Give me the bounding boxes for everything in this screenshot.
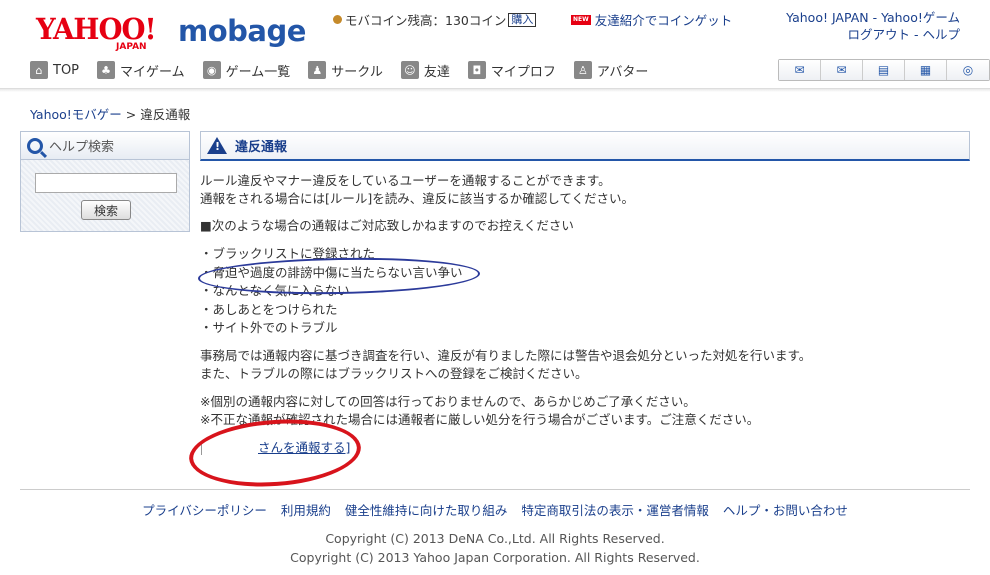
breadcrumb: Yahoo!モバゲー > 違反通報 — [30, 104, 190, 123]
report-link-bracket — [201, 443, 202, 455]
inbox-icon[interactable]: ▤ — [863, 60, 905, 80]
exclusion-list: ・ブラックリストに登録された ・脅迫や過度の誹謗中傷に当たらない言い争い ・なん… — [200, 245, 463, 338]
game-pad-icon[interactable]: ◎ — [947, 60, 989, 80]
help-search-body: 検索 — [21, 160, 189, 231]
nav-top[interactable]: ⌂ TOP — [30, 58, 79, 82]
top-links: Yahoo! JAPAN - Yahoo!ゲーム ログアウト - ヘルプ — [786, 9, 960, 43]
nav-my-profile-label: マイプロフ — [490, 64, 556, 80]
intro-line-2: 通報をされる場合には[ルール]を読み、違反に該当するか確認してください。 — [200, 191, 635, 206]
list-item: ・脅迫や過度の誹謗中傷に当たらない言い争い — [200, 264, 463, 280]
my-game-icon: ♣ — [97, 61, 116, 79]
profile-icon: ◘ — [467, 61, 486, 79]
yahoo-mobage-logo[interactable]: YAHOO! JAPAN mobage — [36, 12, 316, 56]
process-text: 事務局では通報内容に基づき調査を行い、違反が有りました際には警告や退会処分といっ… — [200, 347, 811, 383]
nav-circle-label: サークル — [331, 64, 383, 80]
main-nav: ⌂ TOP ♣ マイゲーム ◉ ゲーム一覧 ♟ サークル ☺ 友達 ◘ マイプロ… — [30, 58, 990, 82]
list-item: ・ブラックリストに登録された — [200, 246, 376, 261]
yahoo-links[interactable]: Yahoo! JAPAN - Yahoo!ゲーム — [786, 9, 960, 26]
copyright: Copyright (C) 2013 DeNA Co.,Ltd. All Rig… — [0, 529, 990, 567]
nav-my-game[interactable]: ♣ マイゲーム — [97, 58, 185, 82]
warning-icon: ! — [207, 137, 227, 154]
footer-link-help[interactable]: ヘルプ・お問い合わせ — [723, 503, 848, 518]
nav-friends-label: 友達 — [423, 64, 450, 80]
help-search-box: ヘルプ検索 検索 — [20, 131, 190, 232]
footer-links: プライバシーポリシー 利用規約 健全性維持に向けた取り組み 特定商取引法の表示・… — [0, 500, 990, 519]
logout-help-links[interactable]: ログアウト - ヘルプ — [786, 26, 960, 43]
nav-icon-buttons: ✉ ✉ ▤ ▦ ◎ — [778, 59, 990, 81]
buy-coin-button[interactable]: 購入 — [508, 12, 537, 27]
game-controller-icon: ◉ — [202, 61, 221, 79]
breadcrumb-home-link[interactable]: Yahoo!モバゲー — [30, 107, 122, 122]
friend-invite-link[interactable]: NEW 友達紹介でコインゲット — [571, 10, 732, 29]
list-item: ・あしあとをつけられた — [200, 301, 338, 317]
copyright-yahoo: Copyright (C) 2013 Yahoo Japan Corporati… — [290, 550, 700, 565]
nav-circle[interactable]: ♟ サークル — [308, 58, 383, 82]
header-divider — [0, 88, 990, 92]
report-link-container: さんを通報する] — [258, 439, 350, 457]
mobage-logo-text: mobage — [178, 14, 306, 48]
list-item: ・サイト外でのトラブル — [200, 320, 338, 335]
nav-my-game-label: マイゲーム — [120, 64, 185, 80]
nav-avatar[interactable]: ♙ アバター — [573, 58, 649, 82]
new-badge: NEW — [571, 14, 591, 25]
friend-invite-text[interactable]: 友達紹介でコインゲット — [595, 10, 733, 29]
chat-icon[interactable]: ✉ — [779, 60, 821, 80]
nav-avatar-label: アバター — [596, 64, 649, 80]
mail-icon[interactable]: ✉ — [821, 60, 863, 80]
breadcrumb-current: 違反通報 — [140, 107, 191, 122]
nav-top-label: TOP — [53, 62, 80, 78]
search-icon — [27, 137, 43, 154]
note-text: ※個別の通報内容に対しての回答は行っておりませんので、あらかじめご了承ください。… — [200, 393, 759, 429]
page-title-bar: ! 違反通報 — [200, 131, 970, 161]
page-title: 違反通報 — [235, 140, 288, 155]
report-user-link[interactable]: さんを通報する] — [258, 440, 350, 455]
notice-heading: ■次のような場合の通報はご対応致しかねますのでお控えください — [200, 218, 574, 233]
help-search-header: ヘルプ検索 — [21, 132, 189, 160]
intro-text: ルール違反やマナー違反をしているユーザーを通報することができます。 通報をされる… — [200, 172, 634, 208]
copyright-dena: Copyright (C) 2013 DeNA Co.,Ltd. All Rig… — [325, 531, 665, 546]
list-item: ・なんとなく気に入らない — [200, 283, 350, 298]
coin-icon — [333, 15, 342, 24]
footer-link-privacy[interactable]: プライバシーポリシー — [142, 503, 267, 518]
intro-line-1: ルール違反やマナー違反をしているユーザーを通報することができます。 — [200, 173, 611, 188]
friends-icon: ☺ — [400, 61, 419, 79]
breadcrumb-separator: > — [125, 107, 137, 122]
japan-logo-text: JAPAN — [116, 42, 147, 52]
note-line-2: ※不正な通報が確認された場合には通報者に厳しい処分を行う場合がございます。ご注意… — [200, 412, 760, 427]
footer-link-terms[interactable]: 利用規約 — [281, 503, 331, 518]
nav-my-profile[interactable]: ◘ マイプロフ — [467, 58, 556, 82]
nav-game-list[interactable]: ◉ ゲーム一覧 — [202, 58, 291, 82]
footer-link-soundness[interactable]: 健全性維持に向けた取り組み — [345, 503, 508, 518]
help-search-title: ヘルプ検索 — [49, 140, 115, 155]
footer-link-commerce[interactable]: 特定商取引法の表示・運営者情報 — [521, 503, 709, 518]
help-search-button[interactable]: 検索 — [81, 200, 131, 220]
process-line-2: また、トラブルの際にはブラックリストへの登録をご検討ください。 — [200, 366, 588, 381]
circle-group-icon: ♟ — [308, 61, 327, 79]
news-icon[interactable]: ▦ — [905, 60, 947, 80]
nav-game-list-label: ゲーム一覧 — [225, 64, 291, 80]
home-icon: ⌂ — [30, 61, 48, 79]
note-line-1: ※個別の通報内容に対しての回答は行っておりませんので、あらかじめご了承ください。 — [200, 394, 696, 409]
yahoo-logo-text: YAHOO! — [36, 12, 157, 46]
coin-balance-text: モバコイン残高：130コイン — [345, 13, 507, 28]
avatar-icon: ♙ — [573, 61, 592, 79]
help-search-input[interactable] — [35, 173, 177, 193]
coin-balance: モバコイン残高：130コイン 購入 — [333, 10, 537, 29]
footer-divider — [20, 489, 970, 490]
nav-friends[interactable]: ☺ 友達 — [400, 58, 450, 82]
process-line-1: 事務局では通報内容に基づき調査を行い、違反が有りました際には警告や退会処分といっ… — [200, 348, 812, 363]
